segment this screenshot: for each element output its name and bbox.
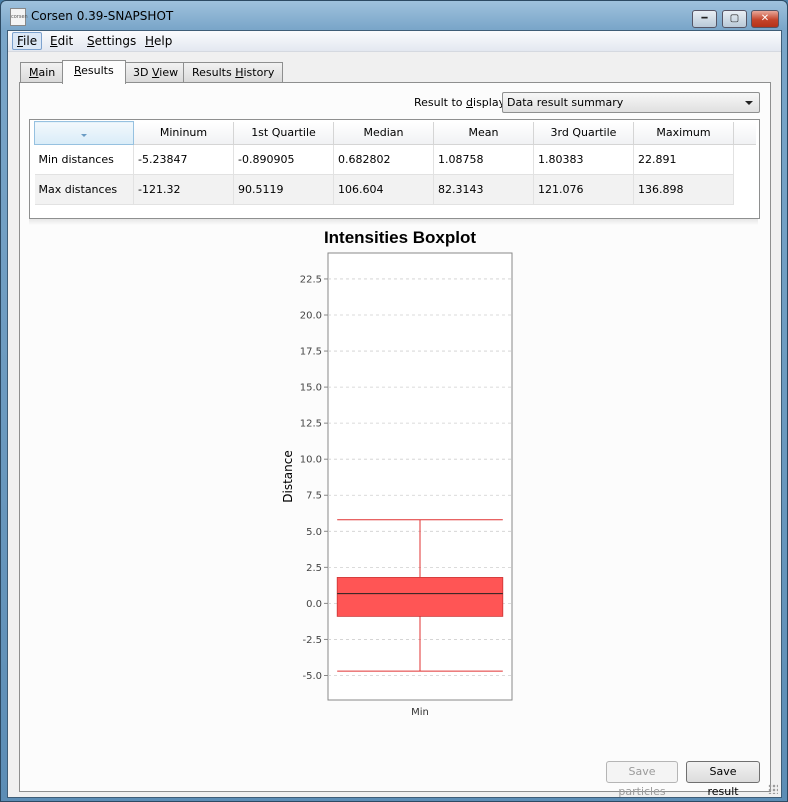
table-cell[interactable]: 90.5119	[233, 174, 334, 205]
table-row[interactable]: Min distances -5.23847 -0.890905 0.68280…	[34, 144, 756, 175]
table-cell[interactable]: 22.891	[633, 144, 734, 175]
menu-settings[interactable]: Settings	[83, 33, 140, 49]
table-cell[interactable]: 1.80383	[533, 144, 634, 175]
table-cell[interactable]: 1.08758	[433, 144, 534, 175]
y-axis-label: Distance	[281, 450, 295, 502]
tab-3d-view-label: iew	[159, 66, 179, 79]
client-area: File Edit Settings Help Main Results 3D …	[7, 30, 782, 798]
column-header[interactable]: 1st Quartile	[233, 121, 334, 145]
boxplot-chart: Intensities Boxplot -5.0 -2.5 0.0 2.5 5.0 7.5 1…	[20, 223, 770, 723]
tab-results-history-label: istory	[243, 66, 275, 79]
y-tick-label: 7.5	[306, 491, 322, 502]
column-header[interactable]: Median	[333, 121, 434, 145]
y-tick-label: 12.5	[300, 419, 322, 430]
filler-header	[733, 121, 756, 145]
menu-settings-mnemonic: S	[87, 34, 95, 48]
minimize-button[interactable]: ━	[692, 10, 717, 28]
resize-grip-icon[interactable]	[768, 784, 778, 794]
tab-results-history-mnemonic: H	[235, 66, 244, 79]
table-cell[interactable]: -0.890905	[233, 144, 334, 175]
y-tick-label: 15.0	[300, 383, 322, 394]
sort-indicator-icon	[81, 133, 87, 137]
tab-results-history[interactable]: Results History	[183, 62, 284, 82]
result-display-label-mnemonic: d	[466, 96, 474, 109]
menu-bar: File Edit Settings Help	[8, 31, 781, 52]
menu-edit[interactable]: Edit	[46, 33, 77, 49]
tab-results[interactable]: Results	[62, 60, 126, 84]
table-cell[interactable]: 106.604	[333, 174, 434, 205]
box-iqr	[336, 577, 504, 617]
column-header[interactable]: Mininum	[133, 121, 234, 145]
chart-title: Intensities Boxplot	[324, 228, 476, 247]
menu-settings-label: ettings	[94, 34, 137, 48]
table-row[interactable]: Max distances -121.32 90.5119 106.604 82…	[34, 174, 756, 205]
table-cell[interactable]: -121.32	[133, 174, 234, 205]
column-header[interactable]: 3rd Quartile	[533, 121, 634, 145]
results-panel: Result to display: Data result summary M…	[19, 82, 771, 798]
tab-main[interactable]: Main	[20, 62, 65, 82]
corner-header[interactable]	[34, 121, 134, 145]
result-display-select[interactable]: Data result summary	[502, 92, 760, 113]
menu-edit-label: dit	[57, 34, 74, 48]
y-tick-label: 20.0	[300, 311, 322, 322]
menu-file-label: ile	[23, 34, 38, 48]
y-tick-label: 0.0	[306, 599, 322, 610]
column-header[interactable]: Mean	[433, 121, 534, 145]
window-title: Corsen 0.39-SNAPSHOT	[31, 9, 174, 23]
x-tick-label: Min	[411, 707, 429, 718]
filler-cell	[733, 144, 756, 175]
table-cell[interactable]: 82.3143	[433, 174, 534, 205]
table-cell[interactable]: -5.23847	[133, 144, 234, 175]
y-tick-label: -2.5	[302, 635, 322, 646]
tab-results-label: esults	[81, 64, 114, 77]
table-cell[interactable]: 136.898	[633, 174, 734, 205]
filler-cell	[733, 174, 756, 205]
y-tick-label: -5.0	[302, 671, 322, 682]
menu-help[interactable]: Help	[141, 33, 176, 49]
maximize-button[interactable]: ▢	[722, 10, 747, 28]
column-header[interactable]: Maximum	[633, 121, 734, 145]
chevron-down-icon	[745, 101, 753, 105]
tab-3d-view-pre: 3D	[133, 66, 152, 79]
app-window: corsen Corsen 0.39-SNAPSHOT ━ ▢ ✕ File E…	[0, 0, 788, 802]
close-icon: ✕	[760, 13, 770, 24]
maximize-icon: ▢	[729, 13, 740, 24]
menu-edit-mnemonic: E	[50, 34, 58, 48]
summary-grid: Mininum 1st Quartile Median Mean 3rd Qua…	[34, 121, 756, 205]
result-display-label-pre: Result to	[414, 96, 467, 109]
y-tick-label: 10.0	[300, 455, 322, 466]
menu-help-label: elp	[154, 34, 173, 48]
table-cell[interactable]: 0.682802	[333, 144, 434, 175]
y-tick-label: 2.5	[306, 563, 322, 574]
minimize-icon: ━	[701, 13, 708, 24]
results-table[interactable]: Mininum 1st Quartile Median Mean 3rd Qua…	[29, 119, 760, 219]
result-display-label: Result to display:	[414, 96, 508, 109]
app-icon: corsen	[10, 8, 28, 26]
result-display-value: Data result summary	[507, 96, 624, 109]
title-bar[interactable]: corsen Corsen 0.39-SNAPSHOT ━ ▢ ✕	[1, 1, 787, 31]
table-cell[interactable]: Max distances	[34, 174, 134, 205]
y-tick-label: 17.5	[300, 347, 322, 358]
menu-help-mnemonic: H	[145, 34, 155, 48]
menu-file[interactable]: File	[12, 32, 43, 50]
y-tick-label: 22.5	[300, 274, 322, 285]
tab-main-label: ain	[38, 66, 56, 79]
tab-results-history-pre: Results	[192, 66, 236, 79]
y-tick-label: 5.0	[306, 527, 322, 538]
tab-main-mnemonic: M	[29, 66, 39, 79]
close-button[interactable]: ✕	[751, 10, 779, 28]
boxplot-svg: Intensities Boxplot -5.0 -2.5 0.0 2.5 5.0 7.5 1…	[281, 228, 513, 718]
tab-3d-view[interactable]: 3D View	[124, 62, 188, 82]
table-cell[interactable]: 121.076	[533, 174, 634, 205]
table-cell[interactable]: Min distances	[34, 144, 134, 175]
save-particles-button[interactable]: Save particles	[606, 761, 678, 798]
table-header-row: Mininum 1st Quartile Median Mean 3rd Qua…	[34, 121, 756, 145]
save-result-button[interactable]: Save result	[686, 761, 760, 798]
